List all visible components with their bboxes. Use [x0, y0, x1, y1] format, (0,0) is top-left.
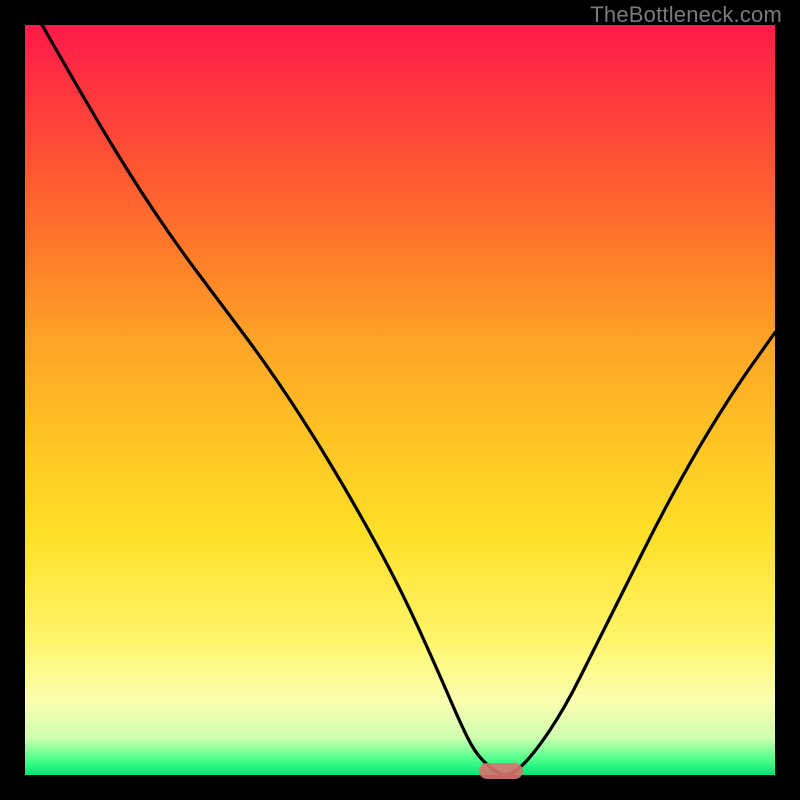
- optimal-marker: [479, 763, 523, 779]
- bottleneck-curve: [25, 25, 775, 775]
- chart-plot-area: [25, 25, 775, 775]
- chart-frame: TheBottleneck.com: [0, 0, 800, 800]
- chart-curve-svg: [25, 25, 775, 775]
